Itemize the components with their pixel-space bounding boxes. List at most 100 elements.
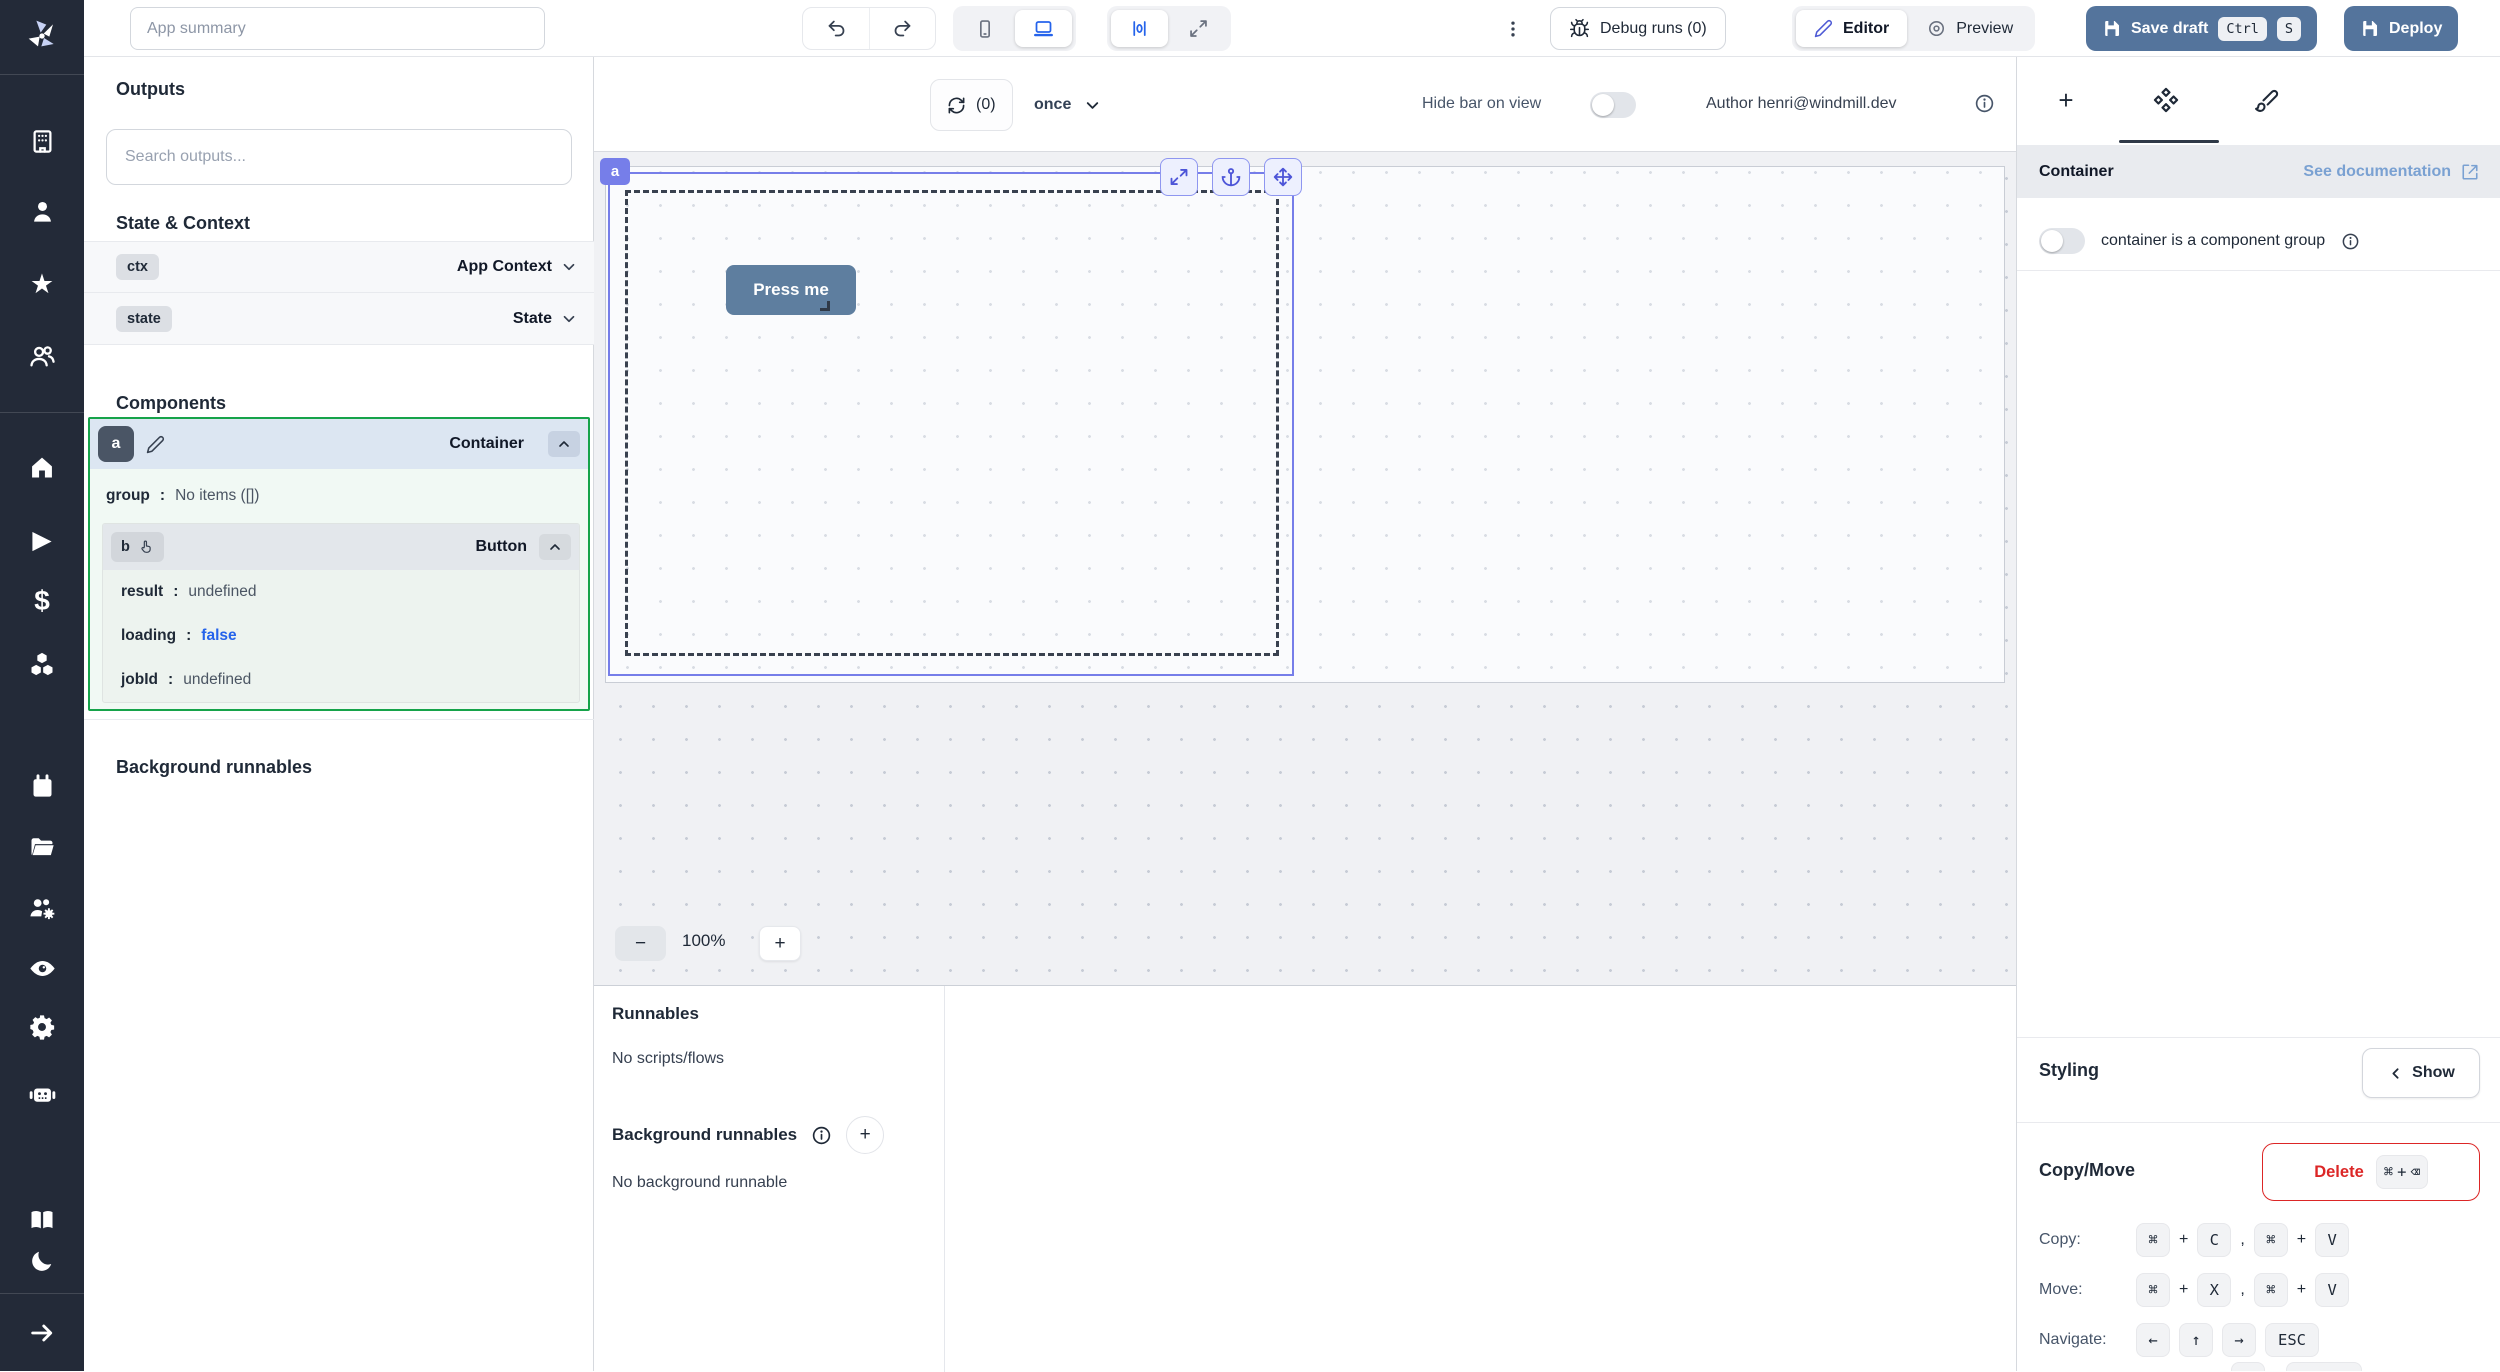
add-background-runnable-button[interactable]: + — [846, 1116, 884, 1154]
home-icon[interactable] — [0, 452, 84, 482]
tab-insert-component[interactable]: + — [2026, 57, 2106, 143]
rename-pencil-icon[interactable] — [146, 435, 165, 454]
chevron-down-icon — [560, 310, 578, 328]
components-title: Components — [116, 393, 226, 414]
loading-output-row[interactable]: loading : false — [103, 614, 579, 658]
mobile-view-button[interactable] — [957, 10, 1013, 47]
variables-dollar-icon[interactable]: $ — [0, 586, 84, 616]
press-me-button[interactable]: Press me — [726, 265, 856, 315]
outputs-panel: Outputs State & Context ctx App Context … — [84, 57, 594, 1371]
search-outputs-input[interactable] — [106, 129, 572, 185]
info-icon[interactable] — [2341, 232, 2360, 251]
docs-book-icon[interactable] — [0, 1205, 84, 1235]
resources-cubes-icon[interactable] — [0, 649, 84, 679]
user-icon[interactable] — [0, 196, 84, 226]
background-runnables-title: Background runnables — [116, 757, 312, 778]
collapse-button-button[interactable] — [539, 534, 571, 560]
editor-preview-group: Editor Preview — [1792, 6, 2035, 51]
ctx-row[interactable]: ctx App Context — [84, 241, 594, 293]
preview-eye-icon — [1927, 19, 1946, 38]
result-output-row[interactable]: result : undefined — [103, 570, 579, 614]
refresh-frequency-select[interactable]: once — [1034, 79, 1102, 131]
collapse-container-button[interactable] — [548, 431, 580, 457]
pencil-icon — [1814, 19, 1833, 38]
move-component-button[interactable] — [1264, 158, 1302, 196]
dark-mode-moon-icon[interactable] — [0, 1246, 84, 1276]
deploy-button[interactable]: Deploy — [2344, 6, 2458, 51]
button-tree-header[interactable]: b Button — [103, 524, 579, 570]
debug-runs-button[interactable]: Debug runs (0) — [1550, 7, 1726, 50]
jobid-key: jobId — [121, 671, 158, 689]
group-output-row[interactable]: group : No items ([]) — [90, 469, 588, 523]
info-icon[interactable] — [1974, 93, 1995, 114]
hide-bar-toggle[interactable] — [1590, 92, 1636, 118]
workers-groups-gear-icon[interactable] — [0, 893, 84, 923]
x-key: X — [2197, 1273, 2231, 1307]
undo-button[interactable] — [803, 8, 869, 49]
comma-sep: , — [2240, 1281, 2244, 1299]
zoom-in-button[interactable]: + — [759, 926, 801, 961]
audit-eye-icon[interactable] — [0, 953, 84, 983]
component-type-header: Container See documentation — [2017, 145, 2500, 198]
container-component[interactable] — [608, 172, 1294, 676]
fullwidth-layout-button[interactable] — [1170, 10, 1227, 47]
zoom-out-button[interactable]: − — [615, 926, 666, 961]
expand-sidebar-arrow-icon[interactable] — [0, 1318, 84, 1348]
jobid-output-row[interactable]: jobId : undefined — [103, 658, 579, 702]
background-runnables-title: Background runnables — [612, 1125, 797, 1145]
layout-toggle-group — [1107, 6, 1231, 51]
see-documentation-link[interactable]: See documentation — [2303, 163, 2479, 181]
runnables-panel: Runnables No scripts/flows Background ru… — [594, 985, 2016, 1371]
container-drop-zone[interactable] — [625, 190, 1279, 656]
expand-component-button[interactable] — [1160, 158, 1198, 196]
refresh-all-button[interactable]: (0) — [930, 79, 1013, 131]
arrow-left-key: ← — [2136, 1323, 2170, 1357]
tab-preview[interactable]: Preview — [1909, 10, 2031, 47]
move-label: Move: — [2039, 1281, 2127, 1299]
cmd-key: ⌘ — [2254, 1223, 2288, 1257]
schedules-calendar-icon[interactable] — [0, 771, 84, 801]
tab-component-settings[interactable] — [2116, 57, 2216, 143]
align-center-icon — [1129, 18, 1150, 39]
plus-label: + — [860, 1124, 871, 1146]
state-row[interactable]: state State — [84, 293, 594, 345]
group-value: No items ([]) — [175, 487, 259, 505]
arrow-right-key: → — [2222, 1323, 2256, 1357]
canvas-grid[interactable]: a Press me − 100% + — [594, 152, 2016, 985]
folders-icon[interactable] — [0, 832, 84, 862]
navigate-shortcut-row: Navigate: ← ↑ → ESC — [2039, 1315, 2319, 1365]
selected-component-badge[interactable]: a — [600, 158, 630, 185]
press-me-label: Press me — [753, 280, 829, 300]
star-icon[interactable]: ★ — [0, 269, 84, 299]
tab-editor[interactable]: Editor — [1796, 10, 1907, 47]
runs-play-icon[interactable]: ▶ — [0, 525, 84, 555]
redo-icon — [892, 18, 913, 39]
v-key: V — [2315, 1273, 2349, 1307]
settings-gear-icon[interactable] — [0, 1012, 84, 1042]
desktop-view-button[interactable] — [1015, 10, 1072, 47]
info-icon[interactable] — [811, 1125, 832, 1146]
workspace-icon[interactable] — [0, 126, 84, 156]
save-draft-button[interactable]: Save draft Ctrl S — [2086, 6, 2317, 51]
center-layout-button[interactable] — [1111, 10, 1168, 47]
tab-styling[interactable] — [2226, 57, 2306, 143]
group-toggle-row: container is a component group — [2039, 217, 2360, 265]
windmill-logo[interactable] — [0, 14, 84, 58]
redo-button[interactable] — [869, 8, 935, 49]
undo-icon — [826, 18, 847, 39]
outputs-title: Outputs — [116, 79, 185, 100]
anchor-component-button[interactable] — [1212, 158, 1250, 196]
show-styling-button[interactable]: Show — [2362, 1048, 2480, 1098]
copy-label: Copy: — [2039, 1231, 2127, 1249]
loading-key: loading — [121, 627, 176, 645]
delete-component-button[interactable]: Delete ⌘ + ⌫ — [2262, 1143, 2480, 1201]
ai-robot-icon[interactable] — [0, 1079, 84, 1109]
groups-icon[interactable] — [0, 341, 84, 371]
chevron-up-icon — [556, 436, 572, 452]
more-menu-button[interactable] — [1496, 12, 1530, 46]
app-summary-input[interactable] — [130, 7, 545, 50]
container-tree-header[interactable]: a Container — [90, 419, 588, 469]
panel-divider — [944, 986, 945, 1372]
component-group-toggle[interactable] — [2039, 228, 2085, 254]
resize-handle[interactable] — [820, 301, 830, 311]
